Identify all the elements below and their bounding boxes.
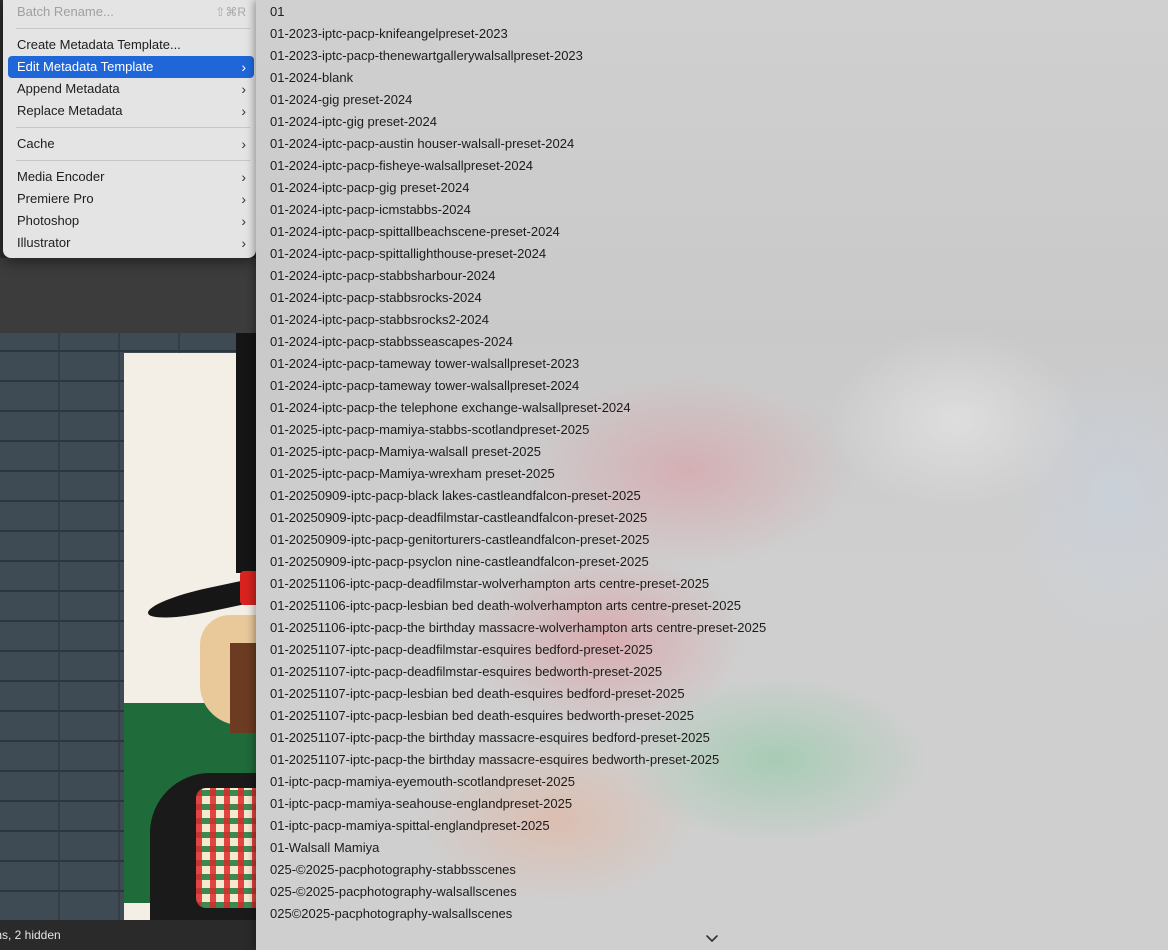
menu-separator [16, 127, 250, 128]
chevron-right-icon: › [241, 103, 246, 119]
submenu-item-template[interactable]: 01-2024-iptc-pacp-spittallighthouse-pres… [256, 243, 1168, 265]
submenu-item-template[interactable]: 01-20251106-iptc-pacp-the birthday massa… [256, 617, 1168, 639]
submenu-item-template[interactable]: 01-20250909-iptc-pacp-genitorturers-cast… [256, 529, 1168, 551]
submenu-item-template[interactable]: 01-iptc-pacp-mamiya-spittal-englandprese… [256, 815, 1168, 837]
hat-band-shape [240, 571, 256, 605]
menu-separator [16, 28, 250, 29]
submenu-item-template[interactable]: 01-2023-iptc-pacp-thenewartgallerywalsal… [256, 45, 1168, 67]
template-list: 01 01-2023-iptc-pacp-knifeangelpreset-202… [256, 1, 1168, 925]
submenu-item-template[interactable]: 01-2024-iptc-pacp-the telephone exchange… [256, 397, 1168, 419]
submenu-item-template[interactable]: 01-2025-iptc-pacp-Mamiya-walsall preset-… [256, 441, 1168, 463]
menu-item-label: Media Encoder [17, 169, 105, 184]
menu-separator [16, 160, 250, 161]
submenu-item-template[interactable]: 01-2024-iptc-pacp-stabbsrocks2-2024 [256, 309, 1168, 331]
submenu-item-template[interactable]: 01-iptc-pacp-mamiya-seahouse-englandpres… [256, 793, 1168, 815]
submenu-item-template[interactable]: 01-2025-iptc-pacp-Mamiya-wrexham preset-… [256, 463, 1168, 485]
submenu-item-template[interactable]: 01-2024-iptc-pacp-austin houser-walsall-… [256, 133, 1168, 155]
menu-item-create-metadata-template[interactable]: Create Metadata Template... [8, 34, 254, 56]
menu-item-label: Photoshop [17, 213, 80, 228]
photo-thumbnail-preview[interactable] [0, 333, 256, 920]
submenu-item-template[interactable]: 01-2024-iptc-pacp-spittallbeachscene-pre… [256, 221, 1168, 243]
chevron-right-icon: › [241, 213, 246, 229]
menu-item-label: Replace Metadata [17, 103, 123, 118]
submenu-item-template[interactable]: 025©2025-pacphotography-walsallscenes [256, 903, 1168, 925]
submenu-item-template[interactable]: 025-©2025-pacphotography-walsallscenes [256, 881, 1168, 903]
submenu-item-template[interactable]: 01-2024-iptc-pacp-tameway tower-walsallp… [256, 375, 1168, 397]
metadata-template-submenu: 01 01-2023-iptc-pacp-knifeangelpreset-202… [256, 0, 1168, 950]
menu-item-label: Batch Rename... [17, 4, 114, 19]
menu-item-cache[interactable]: Cache › [8, 133, 254, 155]
chevron-right-icon: › [241, 59, 246, 75]
hat-crown-shape [236, 333, 256, 573]
submenu-item-template[interactable]: 01-iptc-pacp-mamiya-eyemouth-scotlandpre… [256, 771, 1168, 793]
menu-item-append-metadata[interactable]: Append Metadata › [8, 78, 254, 100]
submenu-item-template[interactable]: 01-20251107-iptc-pacp-deadfilmstar-esqui… [256, 639, 1168, 661]
submenu-item-template[interactable]: 01-2024-iptc-pacp-stabbsharbour-2024 [256, 265, 1168, 287]
menu-item-replace-metadata[interactable]: Replace Metadata › [8, 100, 254, 122]
submenu-item-template[interactable]: 01-2024-iptc-pacp-icmstabbs-2024 [256, 199, 1168, 221]
submenu-item-template[interactable]: 01-2024-gig preset-2024 [256, 89, 1168, 111]
submenu-item-template[interactable]: 01-20250909-iptc-pacp-black lakes-castle… [256, 485, 1168, 507]
submenu-item-template[interactable]: 01-2024-iptc-gig preset-2024 [256, 111, 1168, 133]
menu-item-shortcut: ⇧⌘R [215, 5, 246, 19]
submenu-item-template[interactable]: 01-2024-iptc-pacp-stabbsseascapes-2024 [256, 331, 1168, 353]
submenu-item-template[interactable]: 01-2024-blank [256, 67, 1168, 89]
tartan-scarf-shape [196, 788, 256, 908]
chevron-right-icon: › [241, 235, 246, 251]
submenu-item-template[interactable]: 01-2025-iptc-pacp-mamiya-stabbs-scotland… [256, 419, 1168, 441]
submenu-item-template[interactable]: 01-20251106-iptc-pacp-deadfilmstar-wolve… [256, 573, 1168, 595]
menu-item-label: Create Metadata Template... [17, 37, 181, 52]
submenu-item-template[interactable]: 01-20251107-iptc-pacp-deadfilmstar-esqui… [256, 661, 1168, 683]
menu-item-batch-rename[interactable]: Batch Rename... ⇧⌘R [8, 1, 254, 23]
chevron-right-icon: › [241, 191, 246, 207]
submenu-item-template[interactable]: 01-20251107-iptc-pacp-the birthday massa… [256, 749, 1168, 771]
menu-item-edit-metadata-template[interactable]: Edit Metadata Template › [8, 56, 254, 78]
scroll-down-chevron-icon[interactable] [704, 932, 720, 946]
submenu-item-template[interactable]: 01-20251107-iptc-pacp-the birthday massa… [256, 727, 1168, 749]
submenu-item-template[interactable]: 01-Walsall Mamiya [256, 837, 1168, 859]
beard-shape [230, 643, 256, 733]
status-bar: ms, 2 hidden [0, 920, 256, 950]
submenu-item-template[interactable]: 01-20251107-iptc-pacp-lesbian bed death-… [256, 705, 1168, 727]
menu-item-label: Append Metadata [17, 81, 120, 96]
submenu-item-template[interactable]: 025-©2025-pacphotography-stabbsscenes [256, 859, 1168, 881]
menu-item-illustrator[interactable]: Illustrator › [8, 232, 254, 254]
menu-item-label: Premiere Pro [17, 191, 94, 206]
submenu-item-template[interactable]: 01-2023-iptc-pacp-knifeangelpreset-2023 [256, 23, 1168, 45]
chevron-right-icon: › [241, 136, 246, 152]
submenu-item-template[interactable]: 01-2024-iptc-pacp-tameway tower-walsallp… [256, 353, 1168, 375]
menu-item-photoshop[interactable]: Photoshop › [8, 210, 254, 232]
submenu-item-template[interactable]: 01-20250909-iptc-pacp-psyclon nine-castl… [256, 551, 1168, 573]
submenu-item-template[interactable]: 01 [256, 1, 1168, 23]
menu-item-label: Edit Metadata Template [17, 59, 154, 74]
chevron-right-icon: › [241, 169, 246, 185]
submenu-item-template[interactable]: 01-2024-iptc-pacp-fisheye-walsallpreset-… [256, 155, 1168, 177]
content-panel-background [0, 258, 256, 333]
menu-item-premiere-pro[interactable]: Premiere Pro › [8, 188, 254, 210]
status-bar-text: ms, 2 hidden [0, 928, 61, 942]
chevron-right-icon: › [241, 81, 246, 97]
submenu-item-template[interactable]: 01-20251107-iptc-pacp-lesbian bed death-… [256, 683, 1168, 705]
tools-menu: Batch Rename... ⇧⌘R Create Metadata Temp… [3, 0, 256, 258]
menu-item-label: Illustrator [17, 235, 71, 250]
submenu-item-template[interactable]: 01-20251106-iptc-pacp-lesbian bed death-… [256, 595, 1168, 617]
submenu-item-template[interactable]: 01-2024-iptc-pacp-stabbsrocks-2024 [256, 287, 1168, 309]
menu-item-label: Cache [17, 136, 55, 151]
menu-item-media-encoder[interactable]: Media Encoder › [8, 166, 254, 188]
submenu-item-template[interactable]: 01-20250909-iptc-pacp-deadfilmstar-castl… [256, 507, 1168, 529]
submenu-item-template[interactable]: 01-2024-iptc-pacp-gig preset-2024 [256, 177, 1168, 199]
